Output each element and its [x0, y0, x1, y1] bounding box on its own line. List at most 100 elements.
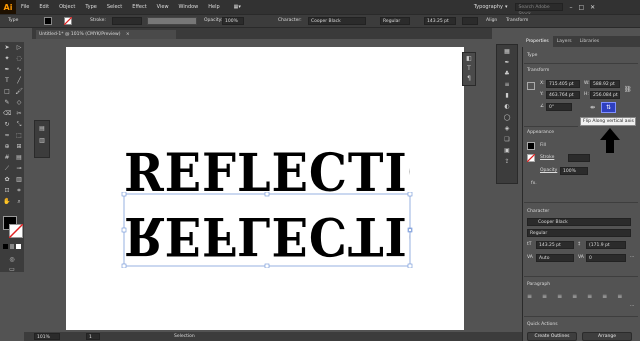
- panel-kerning[interactable]: Auto: [536, 254, 574, 262]
- draw-mode-icon[interactable]: ◎: [8, 256, 16, 264]
- transparency-icon[interactable]: ◐: [503, 103, 511, 111]
- justify-all-icon[interactable]: ≡: [617, 293, 622, 300]
- panel-tracking[interactable]: 0: [586, 254, 626, 262]
- maximize-icon[interactable]: □: [578, 4, 584, 11]
- tab-properties[interactable]: Properties: [522, 36, 553, 47]
- justify-left-icon[interactable]: ≡: [572, 293, 577, 300]
- tab-libraries[interactable]: Libraries: [576, 36, 603, 47]
- justify-center-icon[interactable]: ≡: [587, 293, 592, 300]
- magic-wand-icon[interactable]: ✦: [3, 55, 11, 63]
- panel-icon[interactable]: ▥: [38, 137, 46, 145]
- layer-icon[interactable]: ◧: [465, 55, 473, 63]
- zoom-tool-icon[interactable]: ⌕: [15, 198, 23, 206]
- font-style-select[interactable]: Regular: [380, 17, 410, 25]
- more-options-icon[interactable]: ···: [630, 255, 634, 260]
- close-tab-icon[interactable]: ×: [126, 32, 130, 37]
- paragraph-align-button[interactable]: [462, 17, 478, 25]
- selection-bounding-box[interactable]: [120, 192, 416, 268]
- font-family-select[interactable]: Cooper Black: [308, 17, 366, 25]
- stroke-weight-field[interactable]: [112, 17, 142, 25]
- tab-layers[interactable]: Layers: [553, 36, 576, 47]
- blend-tool-icon[interactable]: ⊸: [15, 165, 23, 173]
- gradient-button[interactable]: [9, 244, 15, 249]
- create-outlines-button[interactable]: Create Outlines: [527, 332, 577, 341]
- y-field[interactable]: 463.764 pt: [546, 91, 580, 99]
- arrange-button[interactable]: Arrange: [582, 332, 632, 341]
- link-proportions-icon[interactable]: ⛓: [624, 86, 632, 93]
- menu-effect[interactable]: Effect: [127, 4, 151, 10]
- fill-swatch[interactable]: [44, 17, 52, 25]
- hand-tool-icon[interactable]: ✋: [3, 198, 11, 206]
- reference-point-icon[interactable]: [527, 82, 535, 90]
- arrange-documents-icon[interactable]: ▦▾: [229, 4, 246, 10]
- layers-icon[interactable]: ❏: [503, 136, 511, 144]
- fx-button[interactable]: fx.: [531, 181, 537, 186]
- gradient-tool-icon[interactable]: ▤: [15, 154, 23, 162]
- workspace-switcher[interactable]: Typography: [474, 4, 503, 10]
- eyedropper-icon[interactable]: ⟋: [3, 165, 11, 173]
- opacity-field[interactable]: 100%: [222, 17, 244, 25]
- color-button[interactable]: [3, 244, 8, 249]
- appearance-opacity-field[interactable]: 100%: [560, 167, 588, 175]
- appearance-stroke-label[interactable]: Stroke: [540, 155, 554, 160]
- screen-mode-icon[interactable]: ▭: [8, 266, 16, 274]
- graphic-styles-icon[interactable]: ◈: [503, 125, 511, 133]
- menu-object[interactable]: Object: [54, 4, 80, 10]
- panel-font-family[interactable]: Cooper Black: [527, 218, 631, 226]
- stroke-color-box[interactable]: [9, 224, 23, 238]
- align-left-icon[interactable]: ≡: [527, 293, 532, 300]
- appearance-stroke-weight[interactable]: [568, 154, 590, 162]
- brushes-icon[interactable]: ✒: [503, 59, 511, 67]
- align-right-icon[interactable]: ≡: [557, 293, 562, 300]
- more-options-icon[interactable]: ···: [630, 304, 634, 309]
- type-tool-icon[interactable]: T: [3, 77, 11, 85]
- lasso-icon[interactable]: ◌: [15, 55, 23, 63]
- mesh-tool-icon[interactable]: #: [3, 154, 11, 162]
- appearance-opacity-label[interactable]: Opacity: [540, 168, 557, 173]
- perspective-grid-icon[interactable]: ⊞: [15, 143, 23, 151]
- direct-selection-icon[interactable]: ▷: [15, 44, 23, 52]
- close-icon[interactable]: ✕: [590, 4, 595, 11]
- eraser-icon[interactable]: ⌫: [3, 110, 11, 118]
- curvature-icon[interactable]: ∿: [15, 66, 23, 74]
- menu-file[interactable]: File: [16, 4, 34, 10]
- scale-tool-icon[interactable]: ⤡: [15, 121, 23, 129]
- zoom-level[interactable]: 101%: [34, 333, 60, 340]
- artboard-number[interactable]: 1: [86, 333, 100, 340]
- rotate-field[interactable]: 0°: [546, 103, 572, 111]
- x-field[interactable]: 715.405 pt: [546, 80, 580, 88]
- artboard-tool-icon[interactable]: ⊡: [3, 187, 11, 195]
- align-button[interactable]: Align: [486, 18, 497, 23]
- appearance-fill-swatch[interactable]: [527, 142, 535, 150]
- selection-tool-icon[interactable]: ➤: [3, 44, 11, 52]
- menu-view[interactable]: View: [152, 4, 174, 10]
- h-field[interactable]: 256.084 pt: [590, 91, 620, 99]
- panel-font-size[interactable]: 143.25 pt: [536, 241, 574, 249]
- shape-builder-icon[interactable]: ⊕: [3, 143, 11, 151]
- variable-width-profile[interactable]: [147, 17, 197, 25]
- symbols-icon[interactable]: ♣: [503, 70, 511, 78]
- stroke-swatch[interactable]: [64, 17, 72, 25]
- panel-leading[interactable]: (171.9 pt: [586, 241, 626, 249]
- flip-horizontal-icon[interactable]: ⇹: [590, 104, 595, 111]
- minimize-icon[interactable]: –: [569, 4, 572, 11]
- slice-tool-icon[interactable]: ⌗: [15, 187, 23, 195]
- none-button[interactable]: [16, 244, 22, 249]
- graph-tool-icon[interactable]: ▥: [15, 176, 23, 184]
- swatches-icon[interactable]: ▦: [503, 48, 511, 56]
- rectangle-tool-icon[interactable]: □: [3, 88, 11, 96]
- menu-window[interactable]: Window: [174, 4, 204, 10]
- scissors-icon[interactable]: ✂: [15, 110, 23, 118]
- font-size-field[interactable]: 143.25 pt: [424, 17, 456, 25]
- rotate-tool-icon[interactable]: ↻: [3, 121, 11, 129]
- menu-edit[interactable]: Edit: [34, 4, 54, 10]
- stock-search-input[interactable]: Search Adobe Stock: [515, 3, 564, 17]
- appearance-icon[interactable]: ◯: [503, 114, 511, 122]
- free-transform-icon[interactable]: ⬚: [15, 132, 23, 140]
- paintbrush-icon[interactable]: 🖌: [15, 88, 23, 96]
- flip-vertical-button[interactable]: ⇅: [601, 102, 616, 113]
- menu-help[interactable]: Help: [203, 4, 224, 10]
- transform-button[interactable]: Transform: [506, 18, 528, 23]
- document-tab[interactable]: Untitled-1* @ 101% (CMYK/Preview) ×: [36, 30, 176, 39]
- character-label[interactable]: Character:: [278, 18, 302, 23]
